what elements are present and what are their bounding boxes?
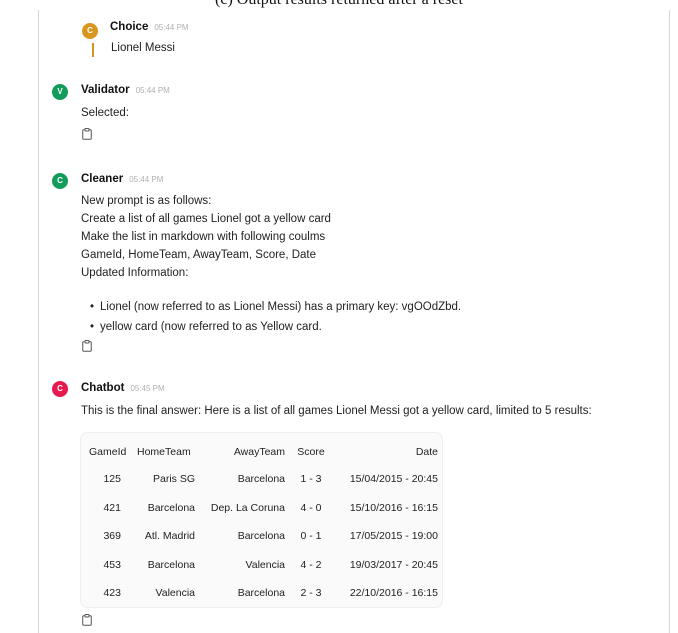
clipboard-icon[interactable] [82,340,92,352]
quote-text: Lionel Messi [111,42,175,54]
table-cell: Barcelona [237,587,285,600]
clipboard-icon[interactable] [82,614,92,626]
table-cell: 125 [103,473,121,486]
table-cell: 4 - 0 [300,501,322,514]
table-cell: 22/10/2016 - 16:15 [349,587,438,600]
message-text: Selected: [81,107,129,119]
table-row: 423 Valencia Barcelona 2 - 3 22/10/2016 … [85,579,442,608]
table-cell: Atl. Madrid [144,530,195,543]
table-cell: 4 - 2 [300,558,322,571]
table-cell: 15/04/2015 - 20:45 [349,473,438,486]
column-header: GameId [89,446,127,458]
table-cell: 17/05/2015 - 19:00 [349,530,438,543]
message-header: Choice 05:44 PM [110,21,189,33]
table-cell: 0 - 1 [300,530,322,543]
column-header: HomeTeam [137,446,191,458]
chat-panel: C Choice 05:44 PM Lionel Messi V Validat… [38,10,670,633]
message-text: Make the list in markdown with following… [81,231,326,243]
table-cell: 369 [103,530,121,543]
bullet-list: Lionel (now referred to as Lionel Messi)… [90,297,461,337]
table-row: 453 Barcelona Valencia 4 - 2 19/03/2017 … [85,551,442,580]
table-cell: Barcelona [147,558,195,571]
message-time: 05:44 PM [135,86,170,95]
avatar-chatbot: C [52,381,68,397]
sender-name: Choice [110,21,149,33]
table-cell: Dep. La Coruna [210,501,285,514]
table-header-row: GameId HomeTeam AwayTeam Score Date [85,439,442,465]
table-row: 125 Paris SG Barcelona 1 - 3 15/04/2015 … [85,465,442,494]
message-text: New prompt is as follows: [81,195,212,207]
list-item: Lionel (now referred to as Lionel Messi)… [90,297,461,317]
table-cell: Paris SG [152,473,195,486]
table-cell: Barcelona [237,530,285,543]
table-cell: 421 [103,501,121,514]
table-cell: 453 [103,558,121,571]
message-text: This is the final answer: Here is a list… [81,405,592,417]
clipboard-icon[interactable] [82,128,92,140]
table-cell: 423 [103,587,121,600]
message-text: Create a list of all games Lionel got a … [81,213,331,225]
table-row: 369 Atl. Madrid Barcelona 0 - 1 17/05/20… [85,522,442,551]
table-cell: Barcelona [237,473,285,486]
table-cell: Valencia [155,587,196,600]
list-item: yellow card (now referred to as Yellow c… [90,317,461,337]
sender-name: Validator [81,84,130,96]
results-table: GameId HomeTeam AwayTeam Score Date 125 … [85,439,442,608]
results-table-container: GameId HomeTeam AwayTeam Score Date 125 … [81,433,442,607]
message-text: GameId, HomeTeam, AwayTeam, Score, Date [81,249,316,261]
sender-name: Chatbot [81,382,125,394]
avatar-validator: V [52,84,68,100]
avatar-choice: C [82,23,98,39]
avatar-cleaner: C [52,173,68,189]
message-time: 05:44 PM [154,23,189,32]
message-header: Cleaner 05:44 PM [81,173,163,185]
table-row: 421 Barcelona Dep. La Coruna 4 - 0 15/10… [85,494,442,523]
column-header: AwayTeam [233,446,285,458]
quote-bar [92,43,94,57]
message-text: Updated Information: [81,267,189,279]
table-cell: Valencia [245,558,286,571]
message-header: Chatbot 05:45 PM [81,382,165,394]
message-time: 05:45 PM [130,384,165,393]
sender-name: Cleaner [81,173,124,185]
table-cell: Barcelona [147,501,195,514]
table-cell: 1 - 3 [300,473,322,486]
table-cell: 19/03/2017 - 20:45 [349,558,438,571]
column-header: Score [297,446,325,458]
table-cell: 2 - 3 [300,587,322,600]
table-cell: 15/10/2016 - 16:15 [349,501,438,514]
message-time: 05:44 PM [129,175,164,184]
column-header: Date [415,446,438,458]
message-header: Validator 05:44 PM [81,84,170,96]
